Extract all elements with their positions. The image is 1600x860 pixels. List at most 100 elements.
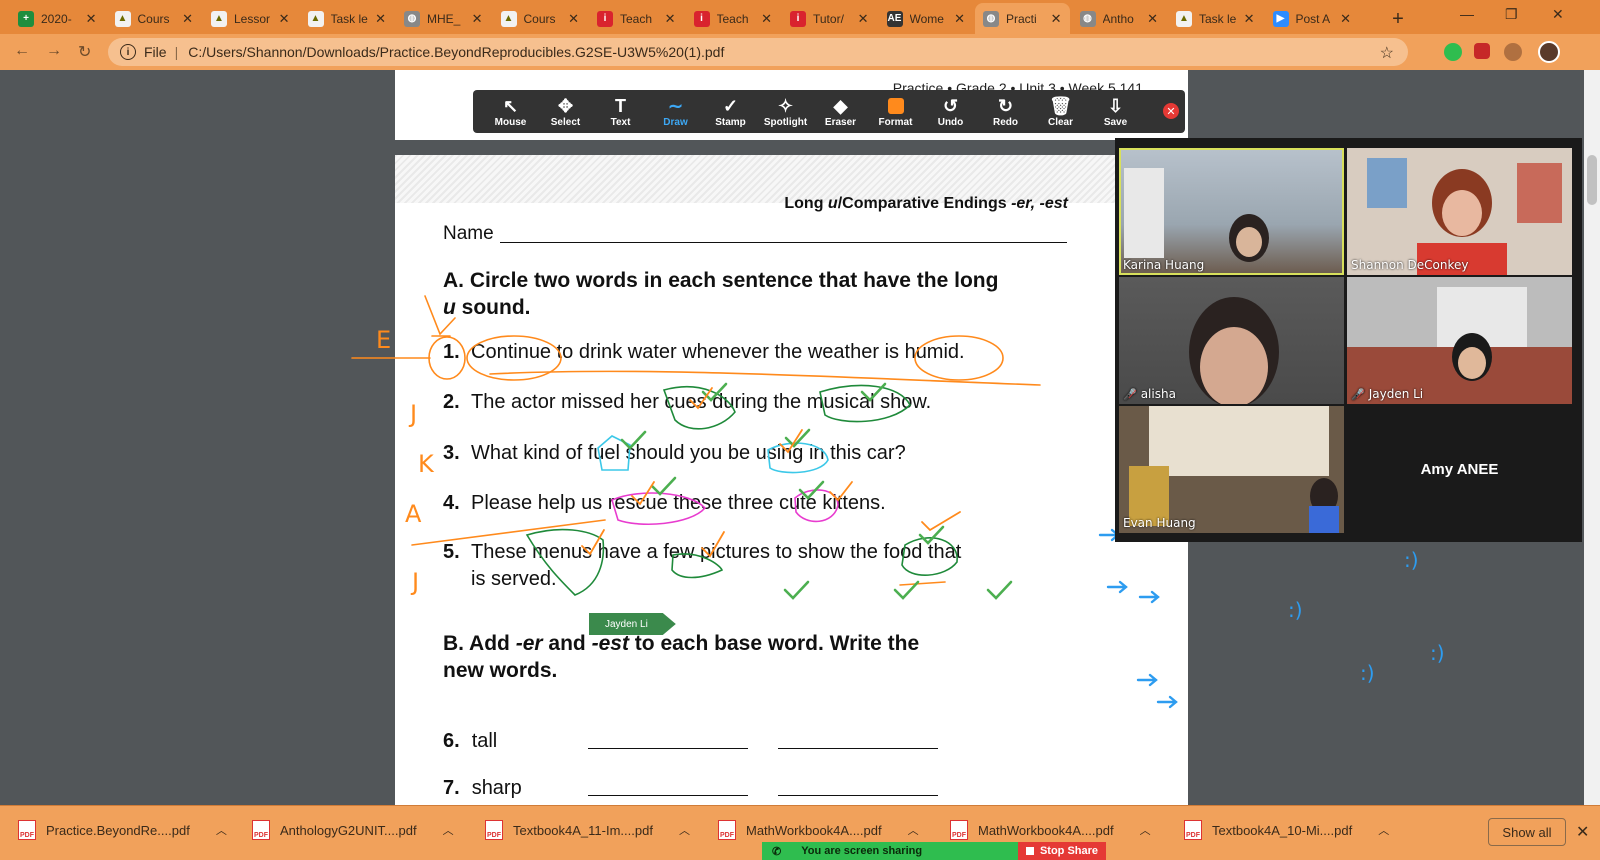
browser-tab[interactable]: i Teach ✕ [686,3,781,34]
format-tool[interactable]: Format [868,95,923,128]
browser-tab[interactable]: ◍ Antho ✕ [1072,3,1167,34]
chevron-up-icon[interactable]: ︿ [908,822,919,838]
select-tool[interactable]: ✥ Select [538,95,593,128]
tab-close-icon[interactable]: ✕ [86,11,97,27]
browser-tab[interactable]: ▲ Lessor ✕ [203,3,298,34]
download-item[interactable]: PDF Textbook4A_11-Im....pdf ︿ [485,820,690,840]
undo-icon: ↺ [942,96,959,116]
chevron-up-icon[interactable]: ︿ [216,822,227,838]
blank-line[interactable] [588,795,748,796]
section-b-instructions: B. Add -er and -est to each base word. W… [443,632,920,682]
new-tab-button[interactable]: + [1385,6,1411,32]
maximize-icon[interactable]: ❐ [1505,6,1518,23]
stamp-icon: ✓ [722,96,739,116]
svg-text::): :) [1404,548,1419,572]
browser-tab[interactable]: ▲ Task le ✕ [1168,3,1263,34]
participant-tile[interactable]: 🎤̸ alisha [1119,277,1344,404]
participant-tile[interactable]: Karina Huang [1119,148,1344,275]
browser-tab[interactable]: ▲ Task le ✕ [300,3,395,34]
video-frame [1124,168,1269,262]
browser-tab[interactable]: ▲ Cours ✕ [107,3,202,34]
pdf-file-icon: PDF [1184,820,1202,840]
chevron-up-icon[interactable]: ︿ [679,822,690,838]
chevron-up-icon[interactable]: ︿ [1378,822,1389,838]
profile-avatar[interactable] [1538,41,1560,63]
tab-close-icon[interactable]: ✕ [761,11,772,27]
tab-close-icon[interactable]: ✕ [1340,11,1351,27]
redo-tool[interactable]: ↻ Redo [978,95,1033,128]
text-tool[interactable]: T Text [593,95,648,128]
tab-close-icon[interactable]: ✕ [472,11,483,27]
address-bar[interactable]: i File | C:/Users/Shannon/Downloads/Prac… [108,38,1408,66]
tab-close-icon[interactable]: ✕ [568,11,579,27]
browser-tab[interactable]: +2020- ✕ [10,3,105,34]
close-window-icon[interactable]: ✕ [1552,6,1564,23]
save-tool[interactable]: ⇩ Save [1088,95,1143,128]
download-item[interactable]: PDF AnthologyG2UNIT....pdf ︿ [252,820,454,840]
participant-tile[interactable]: Shannon DeConkey [1347,148,1572,275]
tab-close-icon[interactable]: ✕ [182,11,193,27]
tab-close-icon[interactable]: ✕ [279,11,290,27]
tab-close-icon[interactable]: ✕ [1147,11,1158,27]
tab-close-icon[interactable]: ✕ [954,11,965,27]
show-all-button[interactable]: Show all [1488,818,1566,846]
download-filename: Textbook4A_10-Mi....pdf [1212,822,1353,838]
blank-line[interactable] [588,748,748,749]
vertical-scrollbar[interactable] [1584,70,1600,805]
undo-tool[interactable]: ↺ Undo [923,95,978,128]
download-item[interactable]: PDF Textbook4A_10-Mi....pdf ︿ [1184,820,1389,840]
download-item[interactable]: PDF Practice.BeyondRe....pdf ︿ [18,820,227,840]
item-5: 5. These menus have a few pictures to sho… [443,541,962,590]
browser-tab[interactable]: ◍ MHE_ ✕ [396,3,491,34]
text-icon: T [615,96,626,116]
download-item[interactable]: PDF MathWorkbook4A....pdf ︿ [950,820,1151,840]
download-filename: MathWorkbook4A....pdf [978,822,1114,838]
pdf-file-icon: PDF [252,820,270,840]
clear-tool[interactable]: 🗑 Clear [1033,95,1088,128]
browser-tab[interactable]: AE Wome ✕ [879,3,974,34]
minimize-icon[interactable]: — [1460,6,1474,22]
participant-tile[interactable]: 🎤̸ Jayden Li [1347,277,1572,404]
screen-share-bar: ✆ You are screen sharing Stop Share [762,842,1106,860]
stamp-tool[interactable]: ✓ Stamp [703,95,758,128]
item-6: 6. tall [443,730,498,752]
tab-title: Lessor [234,11,271,26]
bookmark-star-icon[interactable]: ☆ [1380,43,1394,63]
tab-close-icon[interactable]: ✕ [858,11,869,27]
reload-icon[interactable]: ↻ [78,42,91,62]
back-icon[interactable]: ← [14,42,30,60]
close-shelf-icon[interactable]: ✕ [1576,822,1589,842]
download-item[interactable]: PDF MathWorkbook4A....pdf ︿ [718,820,919,840]
tab-close-icon[interactable]: ✕ [1244,11,1255,27]
stop-share-button[interactable]: Stop Share [1018,842,1106,860]
blank-line[interactable] [778,748,938,749]
participant-tile[interactable]: Amy ANEE [1347,406,1572,533]
info-icon[interactable]: i [120,44,136,60]
participant-name: Evan Huang [1123,516,1196,530]
extension-green-icon[interactable] [1444,43,1462,61]
tab-close-icon[interactable]: ✕ [375,11,386,27]
close-annotation-icon[interactable]: ✕ [1163,103,1179,119]
spotlight-tool[interactable]: ✧ Spotlight [758,95,813,128]
browser-tab[interactable]: ▶ Post A ✕ [1265,3,1360,34]
extension-ublock-icon[interactable] [1474,43,1490,59]
tool-label: Select [550,117,581,128]
tab-close-icon[interactable]: ✕ [665,11,676,27]
blank-line[interactable] [778,795,938,796]
mouse-icon: ↖ [502,96,519,116]
eraser-tool[interactable]: ◆ Eraser [813,95,868,128]
browser-tab[interactable]: ▲ Cours ✕ [493,3,588,34]
draw-tool[interactable]: ∼ Draw [648,95,703,128]
forward-icon[interactable]: → [46,42,62,60]
scrollbar-thumb[interactable] [1587,155,1597,205]
extension-puzzle-icon[interactable] [1504,43,1522,61]
browser-tab[interactable]: ◍ Practi ✕ [975,3,1070,34]
participant-tile[interactable]: Evan Huang [1119,406,1344,533]
chevron-up-icon[interactable]: ︿ [1140,822,1151,838]
browser-tab[interactable]: i Teach ✕ [589,3,684,34]
chevron-up-icon[interactable]: ︿ [443,822,454,838]
tool-label: Spotlight [763,117,808,128]
tab-close-icon[interactable]: ✕ [1051,11,1062,27]
mouse-tool[interactable]: ↖ Mouse [483,95,538,128]
browser-tab[interactable]: i Tutor/ ✕ [782,3,877,34]
